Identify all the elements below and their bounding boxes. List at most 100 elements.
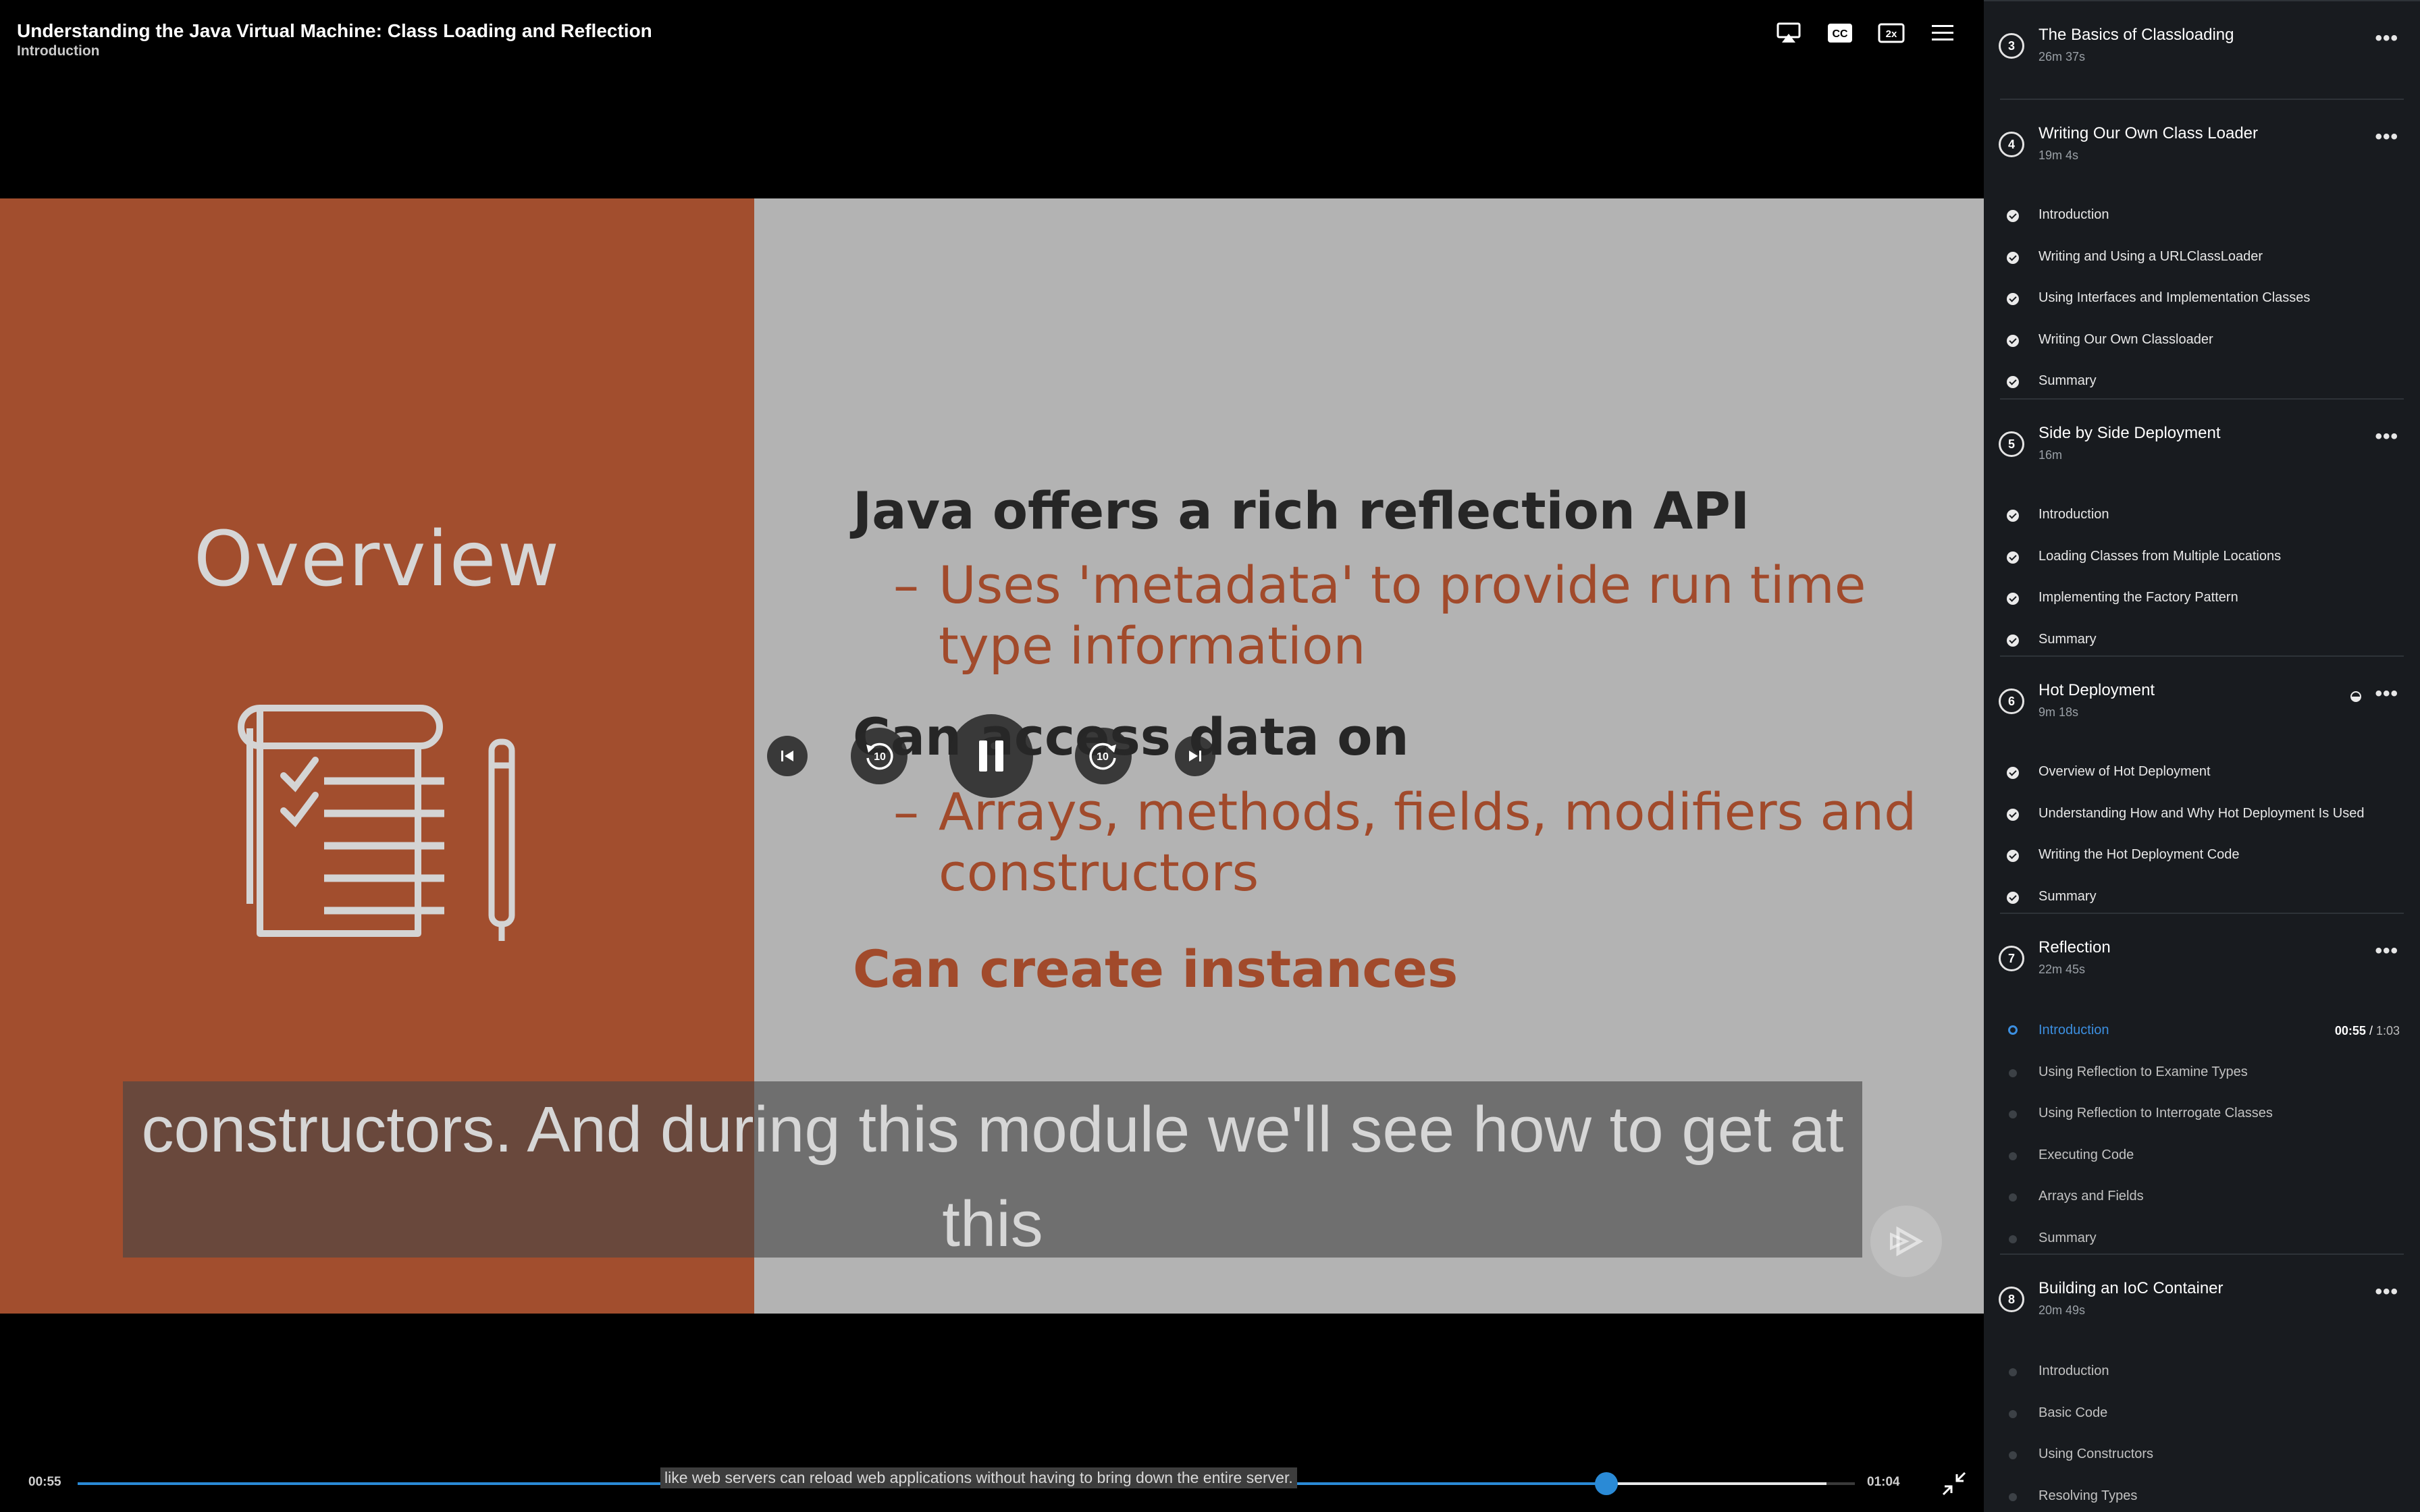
clip-item[interactable]: Introduction [2000,504,2404,528]
module-header[interactable]: 7 Reflection 22m 45s ••• [1999,927,2404,981]
clip-title: Understanding How and Why Hot Deployment… [2038,805,2365,821]
module-number: 7 [1999,946,2024,971]
rewind-seconds: 10 [874,751,886,763]
clip-item[interactable]: Executing Code [2000,1144,2404,1168]
clip-item[interactable]: Using Constructors [2000,1443,2404,1467]
menu-icon[interactable] [1928,19,1957,47]
section-divider [2000,655,2404,657]
pause-icon [979,740,1003,772]
seek-handle[interactable] [1594,1472,1618,1495]
unwatched-dot-icon [2009,1193,2017,1202]
clip-item[interactable]: Summary [2000,886,2404,910]
clip-item[interactable]: Overview of Hot Deployment [2000,761,2404,785]
module-duration: 26m 37s [2038,50,2086,63]
module-more-options-button[interactable]: ••• [2375,427,2398,447]
clip-item[interactable]: Understanding How and Why Hot Deployment… [2000,803,2404,827]
module-header[interactable]: 6 Hot Deployment 9m 18s ••• [1999,670,2404,724]
previous-clip-button[interactable] [767,736,808,776]
clip-item[interactable]: Using Interfaces and Implementation Clas… [2000,287,2404,311]
clip-item[interactable]: Summary [2000,1227,2404,1251]
clip-item[interactable]: Loading Classes from Multiple Locations [2000,545,2404,570]
clip-item[interactable]: Introduction 00:55 / 1:03 [2000,1019,2404,1044]
module-header[interactable]: 4 Writing Our Own Class Loader 19m 4s ••• [1999,113,2404,167]
slide-heading-1: Java offers a rich reflection API [853,481,1750,541]
clip-title: Introduction [17,43,100,59]
module-duration: 22m 45s [2038,963,2086,976]
clip-title: Arrays and Fields [2038,1189,2144,1204]
pause-button[interactable] [949,714,1033,798]
bullet-text: Uses 'metadata' to provide run time [939,555,1866,615]
module-duration: 16m [2038,448,2063,462]
completed-check-icon [2007,210,2019,222]
exit-fullscreen-button[interactable] [1941,1470,1968,1501]
completed-check-icon [2007,767,2019,779]
module-more-options-button[interactable]: ••• [2375,28,2398,49]
clip-total-time: 1:03 [2375,1024,2400,1037]
fast-forward-icon: 10 [1089,742,1116,770]
completed-check-icon [2007,334,2019,347]
module-more-options-button[interactable]: ••• [2375,127,2398,147]
clip-item[interactable]: Writing and Using a URLClassLoader [2000,246,2404,270]
rewind-10-button[interactable]: 10 [851,728,908,784]
clip-title: Using Constructors [2038,1447,2154,1462]
video-player[interactable]: Understanding the Java Virtual Machine: … [0,0,1984,1512]
clip-title: Implementing the Factory Pattern [2038,590,2238,605]
clip-item[interactable]: Arrays and Fields [2000,1185,2404,1210]
module-header[interactable]: 8 Building an IoC Container 20m 49s ••• [1999,1268,2404,1322]
completed-check-icon [2007,251,2019,264]
pluralsight-logo-icon [1870,1206,1942,1277]
completed-check-icon [2007,510,2019,522]
module-number: 8 [1999,1287,2024,1312]
playback-speed-icon[interactable]: 2x [1877,19,1905,47]
clip-title: Introduction [2038,207,2109,222]
airplay-icon[interactable] [1774,19,1803,47]
partial-progress-icon [2350,691,2361,702]
current-time: 00:55 [28,1475,61,1489]
clip-title: Summary [2038,373,2097,389]
clip-current-time: 00:55 [2334,1024,2366,1037]
clip-item[interactable]: Writing the Hot Deployment Code [2000,844,2404,868]
clip-item[interactable]: Summary [2000,628,2404,653]
clip-item[interactable]: Using Reflection to Examine Types [2000,1061,2404,1085]
cc-label: CC [1832,28,1848,40]
clip-title: Executing Code [2038,1147,2134,1162]
clip-item[interactable]: Resolving Types [2000,1485,2404,1509]
clip-item[interactable]: Using Reflection to Interrogate Classes [2000,1102,2404,1127]
clip-progress-time: 00:55 / 1:03 [2334,1024,2400,1037]
slide-overview-heading: Overview [193,516,561,603]
module-duration: 9m 18s [2038,705,2079,719]
caption-line-2: this [942,1188,1043,1260]
closed-captions-icon[interactable]: CC [1826,19,1854,47]
module-more-options-button[interactable]: ••• [2375,684,2398,704]
clip-item[interactable]: Summary [2000,370,2404,394]
clip-title: Writing the Hot Deployment Code [2038,847,2240,863]
checklist-icon [238,705,515,941]
module-number: 6 [1999,688,2024,714]
clip-item[interactable]: Introduction [2000,204,2404,228]
module-number: 4 [1999,132,2024,157]
completed-check-icon [2007,808,2019,821]
clip-title: Introduction [2038,1023,2109,1037]
forward-10-button[interactable]: 10 [1075,728,1132,784]
current-clip-icon [2008,1025,2018,1035]
module-title: Writing Our Own Class Loader [2038,124,2259,142]
module-number: 5 [1999,431,2024,457]
module-title: Hot Deployment [2038,681,2155,699]
module-header[interactable]: 3 The Basics of Classloading 26m 37s ••• [1999,15,2404,69]
player-top-toolbar: CC 2x [1774,19,1957,47]
module-more-options-button[interactable]: ••• [2375,1282,2398,1302]
clip-item[interactable]: Implementing the Factory Pattern [2000,587,2404,611]
next-clip-button[interactable] [1175,736,1215,776]
clip-title: Summary [2038,888,2097,904]
bullet-text: Arrays, methods, fields, modifiers and [939,782,1917,842]
clip-title: Basic Code [2038,1405,2108,1420]
module-title: The Basics of Classloading [2038,26,2234,44]
clip-item[interactable]: Basic Code [2000,1402,2404,1426]
clip-item[interactable]: Introduction [2000,1360,2404,1384]
clip-title: Introduction [2038,507,2109,522]
unwatched-dot-icon [2009,1069,2017,1077]
unwatched-dot-icon [2009,1368,2017,1376]
clip-item[interactable]: Writing Our Own Classloader [2000,329,2404,353]
module-more-options-button[interactable]: ••• [2375,941,2398,961]
module-header[interactable]: 5 Side by Side Deployment 16m ••• [1999,413,2404,467]
